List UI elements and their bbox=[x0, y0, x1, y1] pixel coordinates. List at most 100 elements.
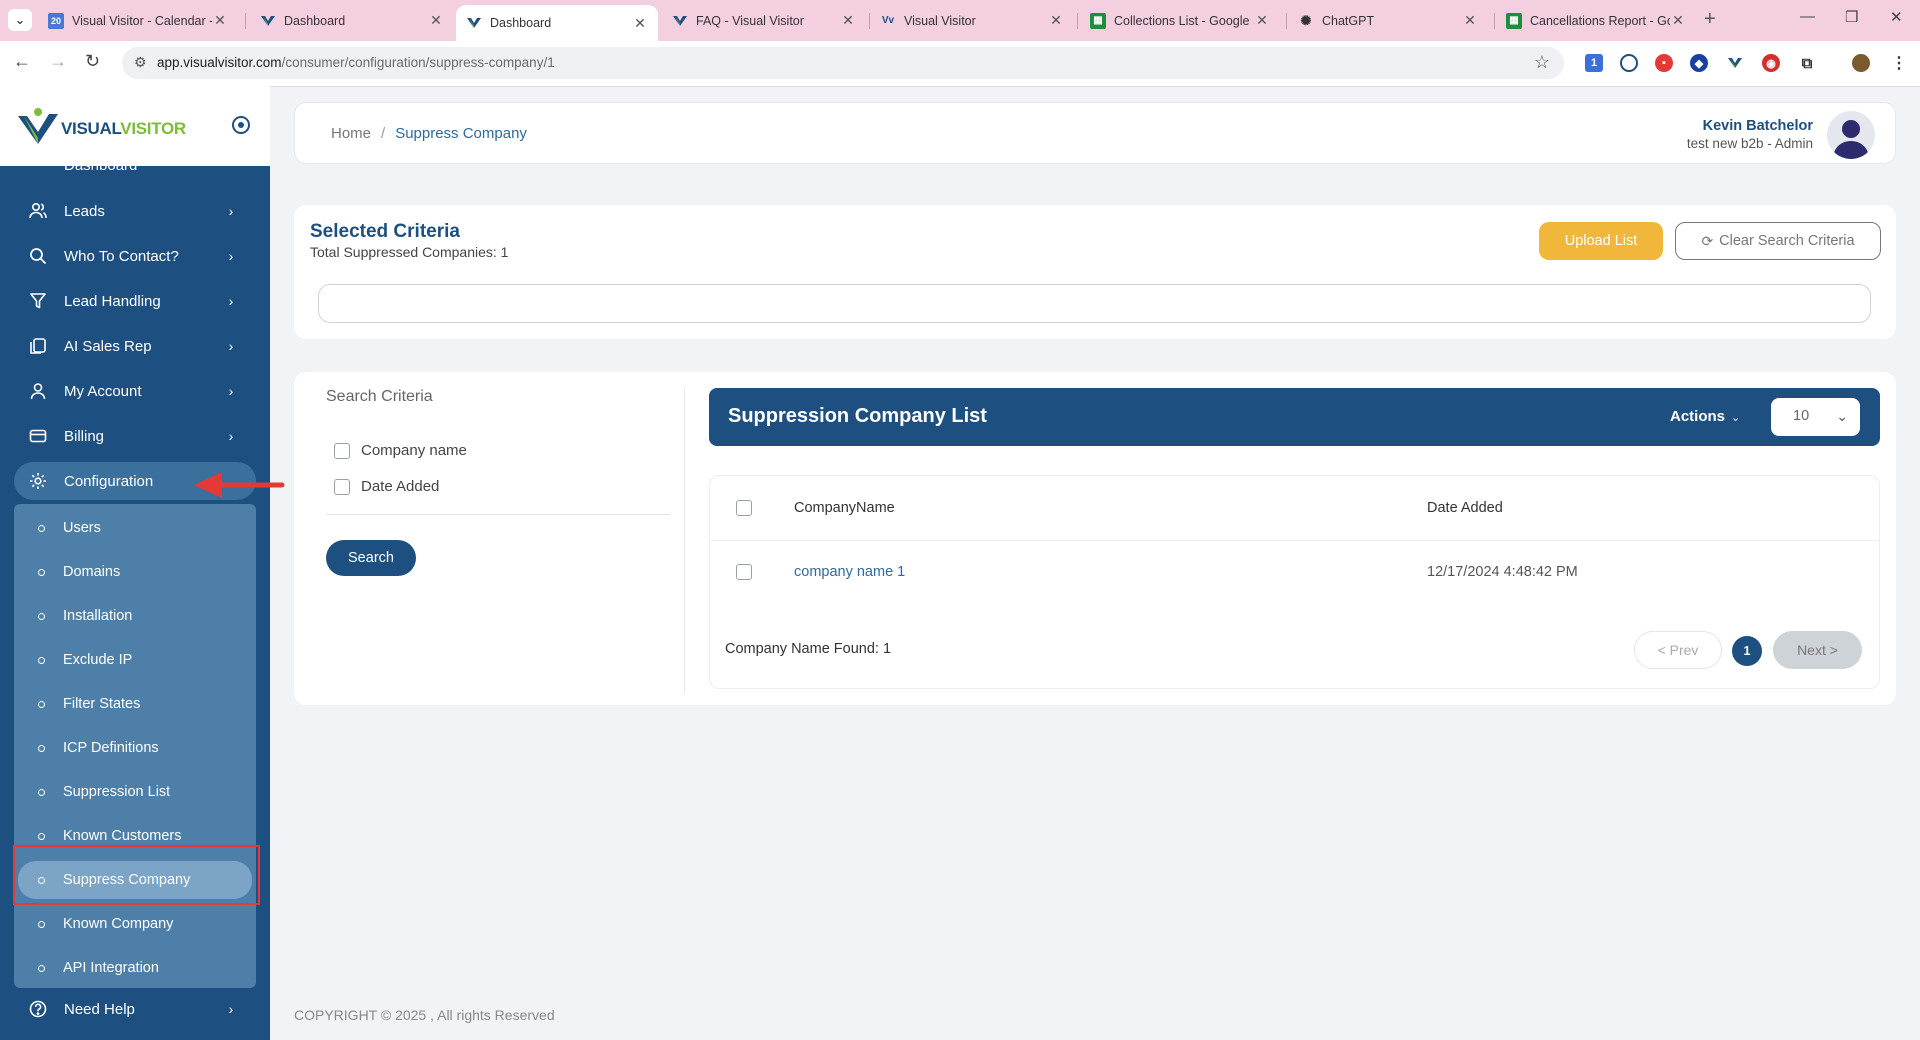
chevron-down-icon: ⌄ bbox=[1836, 408, 1848, 424]
grammar-extension-icon[interactable]: ◉ bbox=[1762, 54, 1780, 72]
tab-search-button[interactable]: ⌄ bbox=[8, 9, 32, 31]
submenu-item-suppression-list[interactable]: Suppression List bbox=[14, 773, 256, 811]
close-tab-icon[interactable]: ✕ bbox=[1048, 12, 1064, 29]
submenu-item-label: Users bbox=[63, 520, 101, 536]
profile-icon[interactable] bbox=[1852, 54, 1870, 72]
puzzle-extensions-icon[interactable]: ⧉ bbox=[1798, 54, 1816, 72]
breadcrumb-separator: / bbox=[381, 125, 386, 142]
sidebar-item-billing[interactable]: Billing › bbox=[14, 417, 256, 455]
submenu-item-known-company[interactable]: Known Company bbox=[14, 905, 256, 943]
suppression-list-title: Suppression Company List bbox=[728, 405, 987, 427]
close-tab-icon[interactable]: ✕ bbox=[1670, 12, 1686, 29]
bullet-icon bbox=[38, 788, 45, 796]
submenu-item-label: API Integration bbox=[63, 960, 159, 976]
new-tab-icon[interactable]: + bbox=[1704, 8, 1716, 31]
date-added-checkbox[interactable] bbox=[334, 478, 350, 495]
page-header: Home / Suppress Company Kevin Batchelor te… bbox=[294, 102, 1896, 164]
page-size-value: 10 bbox=[1793, 408, 1810, 424]
back-icon[interactable]: ← bbox=[13, 51, 31, 72]
bullet-icon bbox=[38, 920, 45, 928]
prev-page-button[interactable]: < Prev bbox=[1634, 631, 1722, 669]
visualvisitor-extension-icon[interactable] bbox=[1726, 54, 1744, 72]
search-icon bbox=[28, 246, 48, 266]
magnifier-extension-icon[interactable] bbox=[1620, 54, 1638, 72]
clear-search-criteria-button[interactable]: ⟳ Clear Search Criteria bbox=[1675, 222, 1881, 260]
url-field[interactable]: ⚙ app.visualvisitor.com/consumer/configu… bbox=[122, 47, 1564, 79]
site-info-icon[interactable]: ⚙ bbox=[134, 54, 147, 71]
company-name-checkbox[interactable] bbox=[334, 442, 350, 459]
chevron-down-icon: ⌄ bbox=[1731, 412, 1741, 424]
divider bbox=[710, 540, 1879, 541]
column-header-date-added[interactable]: Date Added bbox=[1427, 500, 1503, 516]
upload-list-button[interactable]: Upload List bbox=[1539, 222, 1663, 260]
browser-tab-active[interactable]: Dashboard ✕ bbox=[456, 5, 658, 41]
date-added-filter[interactable]: Date Added bbox=[334, 478, 439, 495]
sidebar-item-label: Who To Contact? bbox=[64, 247, 179, 265]
close-tab-icon[interactable]: ✕ bbox=[428, 12, 444, 29]
close-tab-icon[interactable]: ✕ bbox=[840, 12, 856, 29]
submenu-item-label: Known Company bbox=[63, 916, 174, 932]
filter-label: Date Added bbox=[361, 478, 440, 495]
actions-dropdown[interactable]: Actions ⌄ bbox=[1670, 408, 1740, 425]
submenu-item-label: ICP Definitions bbox=[63, 740, 159, 756]
configuration-submenu: Users Domains Installation Exclude IP Fi… bbox=[14, 504, 256, 988]
browser-tab[interactable]: ▦ Cancellations Report - Go ✕ bbox=[1496, 4, 1696, 37]
column-header-company-name[interactable]: CompanyName bbox=[794, 500, 895, 516]
extension-badge-icon[interactable]: 1 bbox=[1585, 54, 1603, 72]
browser-tab[interactable]: 20 Visual Visitor - Calendar - ✕ bbox=[38, 4, 238, 37]
sidebar-item-lead-handling[interactable]: Lead Handling › bbox=[14, 282, 256, 320]
avatar[interactable] bbox=[1827, 111, 1875, 159]
search-button[interactable]: Search bbox=[326, 540, 416, 576]
close-tab-icon[interactable]: ✕ bbox=[212, 12, 228, 29]
sidebar-item-dashboard[interactable]: Dashboard bbox=[14, 146, 256, 184]
bullet-icon bbox=[38, 656, 45, 664]
bullet-icon bbox=[38, 744, 45, 752]
annotation-arrow-icon bbox=[194, 472, 285, 498]
close-window-icon[interactable]: ✕ bbox=[1890, 8, 1903, 26]
submenu-item-filter-states[interactable]: Filter States bbox=[14, 685, 256, 723]
sidebar-item-ai-sales-rep[interactable]: AI Sales Rep › bbox=[14, 327, 256, 365]
bullet-icon bbox=[38, 700, 45, 708]
submenu-item-domains[interactable]: Domains bbox=[14, 553, 256, 591]
page-size-select[interactable]: 10 ⌄ bbox=[1771, 398, 1860, 436]
clear-search-label: Clear Search Criteria bbox=[1719, 233, 1855, 249]
next-page-button[interactable]: Next > bbox=[1773, 631, 1862, 669]
company-name-link[interactable]: company name 1 bbox=[794, 564, 905, 580]
total-suppressed-count: Total Suppressed Companies: 1 bbox=[310, 244, 509, 260]
user-name[interactable]: Kevin Batchelor bbox=[1703, 118, 1813, 134]
restore-icon[interactable]: ❐ bbox=[1845, 8, 1858, 26]
submenu-item-label: Filter States bbox=[63, 696, 141, 712]
browser-menu-icon[interactable]: ⋮ bbox=[1890, 54, 1908, 72]
submenu-item-installation[interactable]: Installation bbox=[14, 597, 256, 635]
browser-tab[interactable]: ▦ Collections List - Google S ✕ bbox=[1080, 4, 1280, 37]
submenu-item-api-integration[interactable]: API Integration bbox=[14, 949, 256, 987]
browser-tab[interactable]: Dashboard ✕ bbox=[250, 4, 454, 37]
page-number-button[interactable]: 1 bbox=[1732, 636, 1762, 666]
minimize-icon[interactable]: — bbox=[1800, 8, 1815, 25]
sidebar-item-who-to-contact[interactable]: Who To Contact? › bbox=[14, 237, 256, 275]
sidebar-toggle-icon[interactable] bbox=[232, 116, 250, 134]
sidebar-item-my-account[interactable]: My Account › bbox=[14, 372, 256, 410]
reload-icon[interactable]: ↻ bbox=[85, 51, 100, 72]
forward-icon[interactable]: → bbox=[49, 51, 67, 72]
record-extension-icon[interactable]: ▪ bbox=[1655, 54, 1673, 72]
bookmark-star-icon[interactable]: ☆ bbox=[1534, 52, 1550, 73]
chevron-right-icon: › bbox=[228, 203, 234, 219]
browser-tab[interactable]: Vv Visual Visitor ✕ bbox=[870, 4, 1074, 37]
close-tab-icon[interactable]: ✕ bbox=[1254, 12, 1270, 29]
select-all-checkbox[interactable] bbox=[736, 500, 752, 516]
browser-tab[interactable]: ✺ ChatGPT ✕ bbox=[1288, 4, 1488, 37]
company-name-filter[interactable]: Company name bbox=[334, 442, 467, 459]
row-checkbox[interactable] bbox=[736, 564, 752, 580]
submenu-item-exclude-ip[interactable]: Exclude IP bbox=[14, 641, 256, 679]
shield-extension-icon[interactable]: ◆ bbox=[1690, 54, 1708, 72]
submenu-item-users[interactable]: Users bbox=[14, 509, 256, 547]
sidebar-item-leads[interactable]: Leads › bbox=[14, 192, 256, 230]
sidebar-item-label: Lead Handling bbox=[64, 292, 161, 310]
submenu-item-icp-definitions[interactable]: ICP Definitions bbox=[14, 729, 256, 767]
close-tab-icon[interactable]: ✕ bbox=[1462, 12, 1478, 29]
sidebar-item-need-help[interactable]: Need Help › bbox=[14, 990, 256, 1028]
breadcrumb-home-link[interactable]: Home bbox=[331, 125, 371, 142]
browser-tab[interactable]: FAQ - Visual Visitor ✕ bbox=[662, 4, 866, 37]
close-tab-icon[interactable]: ✕ bbox=[632, 15, 648, 32]
